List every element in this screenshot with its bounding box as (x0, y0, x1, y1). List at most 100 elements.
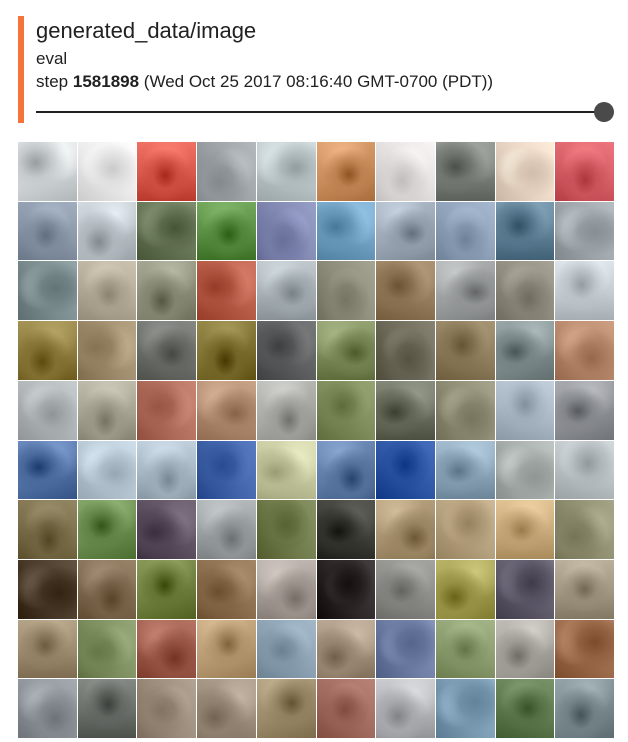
generated-image-tile (137, 440, 197, 500)
run-name: eval (36, 49, 68, 68)
generated-image-tile (555, 679, 614, 738)
generated-image-tile (197, 142, 256, 201)
step-value: 1581898 (72, 72, 140, 91)
generated-image-tile (77, 500, 137, 559)
generated-image-tile (435, 619, 495, 679)
generated-image-tile (137, 261, 197, 321)
generated-image-tile (18, 142, 77, 201)
generated-image-tile (435, 380, 495, 440)
generated-image-tile (316, 321, 376, 380)
generated-image-tile (256, 261, 316, 321)
generated-image-tile (435, 201, 495, 261)
generated-image-tile (376, 500, 435, 559)
generated-image-tile (435, 261, 495, 321)
generated-image-tile (77, 261, 137, 321)
generated-image-tile (137, 500, 197, 559)
generated-image-tile (256, 619, 316, 679)
generated-image-tile (435, 142, 495, 201)
generated-image-tile (555, 261, 614, 321)
generated-image-tile (77, 440, 137, 500)
generated-image-tile (137, 559, 197, 619)
generated-image-tile (435, 440, 495, 500)
generated-image-tile (435, 500, 495, 559)
generated-image-tile (555, 142, 614, 201)
generated-image-tile (137, 619, 197, 679)
generated-image-tile (435, 559, 495, 619)
generated-image-grid (18, 142, 614, 738)
generated-image-tile (316, 380, 376, 440)
generated-image-tile (18, 440, 77, 500)
generated-image-tile (495, 559, 555, 619)
generated-image-tile (137, 201, 197, 261)
generated-image-tile (18, 679, 77, 738)
generated-image-tile (256, 679, 316, 738)
generated-image-tile (316, 261, 376, 321)
generated-image-tile (197, 440, 256, 500)
generated-image-tile (77, 142, 137, 201)
generated-image-tile (376, 619, 435, 679)
generated-image-tile (316, 559, 376, 619)
generated-image-tile (77, 201, 137, 261)
generated-image-tile (555, 559, 614, 619)
generated-image-tile (555, 619, 614, 679)
generated-image-tile (197, 261, 256, 321)
generated-image-tile (197, 321, 256, 380)
generated-image-tile (495, 380, 555, 440)
generated-image-tile (256, 500, 316, 559)
generated-image-tile (316, 440, 376, 500)
generated-image-tile (376, 201, 435, 261)
generated-image-tile (77, 559, 137, 619)
card-header: generated_data/image eval step 1581898 (… (36, 16, 614, 94)
slider-thumb[interactable] (594, 102, 614, 122)
step-info: step 1581898 (Wed Oct 25 2017 08:16:40 G… (36, 70, 614, 94)
generated-image-tile (197, 201, 256, 261)
generated-image-tile (256, 201, 316, 261)
generated-image-tile (256, 380, 316, 440)
generated-image-tile (435, 321, 495, 380)
generated-image-tile (137, 679, 197, 738)
generated-image-tile (495, 321, 555, 380)
generated-image-tile (376, 440, 435, 500)
step-timestamp: (Wed Oct 25 2017 08:16:40 GMT-0700 (PDT)… (143, 72, 494, 91)
generated-image-tile (316, 619, 376, 679)
step-label: step (36, 72, 69, 91)
generated-image-tile (18, 261, 77, 321)
generated-image-tile (18, 201, 77, 261)
generated-image-tile (495, 679, 555, 738)
generated-image-tile (256, 440, 316, 500)
tag-title: generated_data/image (36, 18, 257, 43)
generated-image-tile (77, 679, 137, 738)
generated-image-tile (77, 321, 137, 380)
generated-image-tile (256, 142, 316, 201)
generated-image-tile (77, 619, 137, 679)
generated-image-tile (495, 142, 555, 201)
generated-image-tile (256, 559, 316, 619)
generated-image-tile (495, 201, 555, 261)
generated-image-tile (376, 679, 435, 738)
generated-image-tile (18, 559, 77, 619)
generated-image-tile (435, 679, 495, 738)
generated-image-tile (376, 321, 435, 380)
generated-image-tile (495, 440, 555, 500)
generated-image-tile (77, 380, 137, 440)
generated-image-tile (316, 500, 376, 559)
generated-image-tile (555, 500, 614, 559)
step-slider[interactable] (36, 102, 614, 122)
generated-image-tile (197, 500, 256, 559)
generated-image-tile (197, 619, 256, 679)
generated-image-tile (376, 261, 435, 321)
generated-image-tile (197, 679, 256, 738)
generated-image-tile (197, 559, 256, 619)
generated-image-tile (18, 321, 77, 380)
generated-image-tile (137, 142, 197, 201)
generated-image-tile (376, 142, 435, 201)
slider-track[interactable] (36, 111, 604, 113)
generated-image-tile (495, 261, 555, 321)
generated-image-tile (495, 500, 555, 559)
generated-image-tile (197, 380, 256, 440)
generated-image-tile (316, 679, 376, 738)
generated-image-tile (256, 321, 316, 380)
card-accent-bar (18, 16, 24, 123)
generated-image-tile (316, 201, 376, 261)
generated-image-tile (376, 559, 435, 619)
